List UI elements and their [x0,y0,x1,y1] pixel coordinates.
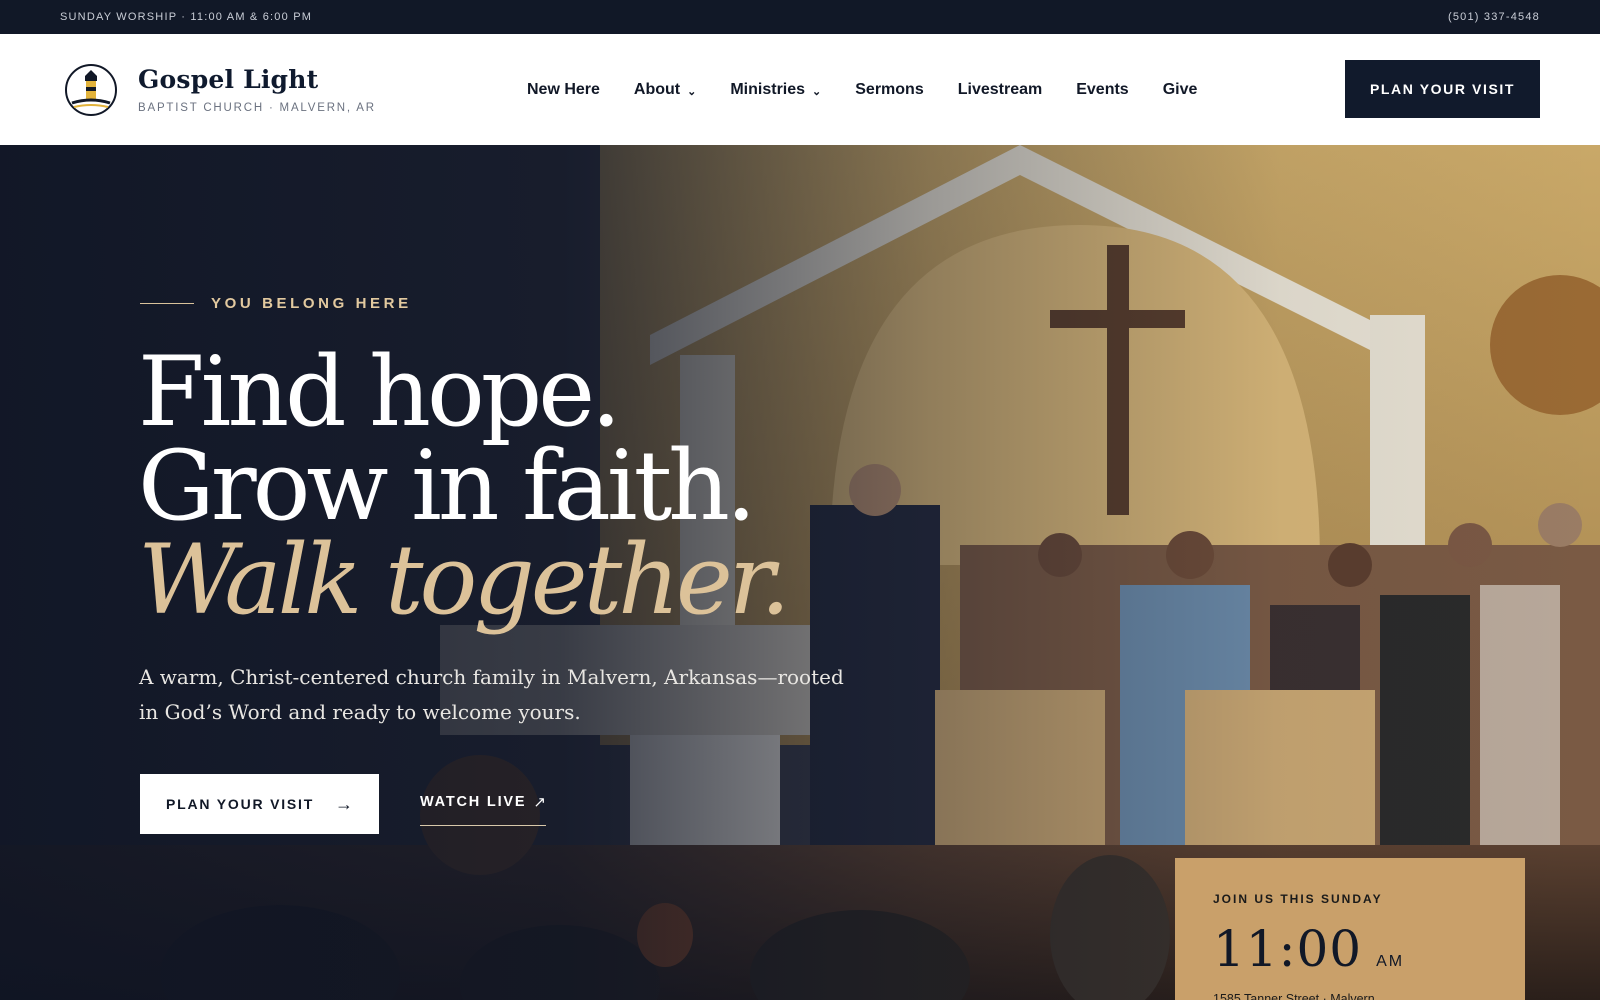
hero-headline: Find hope. Grow in faith. Walk together. [138,336,791,636]
nav-label: About [633,80,681,98]
service-time-ampm: AM [1376,953,1405,970]
headline-line-2: Grow in faith. [138,430,756,542]
service-time-card: JOIN US THIS SUNDAY 11:00 AM 1585 Tanner… [1175,858,1525,1000]
headline-line-1: Find hope. [138,336,622,448]
card-label: JOIN US THIS SUNDAY [1213,892,1383,906]
nav-label: New Here [527,80,600,98]
hero: YOU BELONG HERE Find hope. Grow in faith… [0,145,1600,1000]
nav-item-new-here[interactable]: New Here [527,81,600,99]
service-times-text: SUNDAY WORSHIP · 11:00 AM & 6:00 PM [60,11,313,23]
nav-item-events[interactable]: Events [1076,81,1128,99]
hero-eyebrow: YOU BELONG HERE [140,295,412,312]
watch-live-label: WATCH LIVE [420,793,527,810]
nav-item-livestream[interactable]: Livestream [958,81,1043,99]
plan-visit-label: PLAN YOUR VISIT [166,796,315,812]
nav-label: Give [1162,80,1198,98]
main-nav: New Here About ⌄ Ministries ⌄ Sermons Li… [527,34,1231,145]
lighthouse-icon[interactable] [64,63,118,117]
nav-label: Events [1076,80,1129,98]
service-time-value: 11:00 [1213,920,1363,978]
chevron-down-icon: ⌄ [812,86,822,98]
headline-line-3: Walk together. [138,524,791,636]
brand-name: Gospel Light [138,65,319,94]
brand[interactable]: Gospel Light BAPTIST CHURCH · MALVERN, A… [138,65,376,114]
watch-live-link[interactable]: WATCH LIVE ↗ [420,780,546,826]
nav-item-about[interactable]: About ⌄ [634,81,696,99]
plan-visit-hero-button[interactable]: PLAN YOUR VISIT → [140,774,379,834]
nav-label: Ministries [730,80,806,98]
plan-visit-header-button[interactable]: PLAN YOUR VISIT [1345,60,1540,118]
brand-subtitle: BAPTIST CHURCH · MALVERN, AR [138,102,376,114]
nav-label: Livestream [957,80,1043,98]
site-header: Gospel Light BAPTIST CHURCH · MALVERN, A… [0,34,1600,145]
eyebrow-divider [140,303,194,304]
service-time: 11:00 AM [1213,920,1487,978]
phone-link[interactable]: (501) 337-4548 [1448,11,1540,23]
church-address: 1585 Tanner Street · Malvern [1213,992,1375,1000]
hero-subtext: A warm, Christ-centered church family in… [139,665,844,724]
nav-item-sermons[interactable]: Sermons [855,81,923,99]
arrow-right-icon: → [335,793,353,814]
chevron-down-icon: ⌄ [687,86,697,98]
nav-item-give[interactable]: Give [1163,81,1198,99]
nav-label: Sermons [855,80,924,98]
top-bar: SUNDAY WORSHIP · 11:00 AM & 6:00 PM (501… [0,0,1600,34]
eyebrow-text: YOU BELONG HERE [211,295,412,312]
nav-item-ministries[interactable]: Ministries ⌄ [730,81,821,99]
arrow-up-right-icon: ↗ [533,793,546,811]
